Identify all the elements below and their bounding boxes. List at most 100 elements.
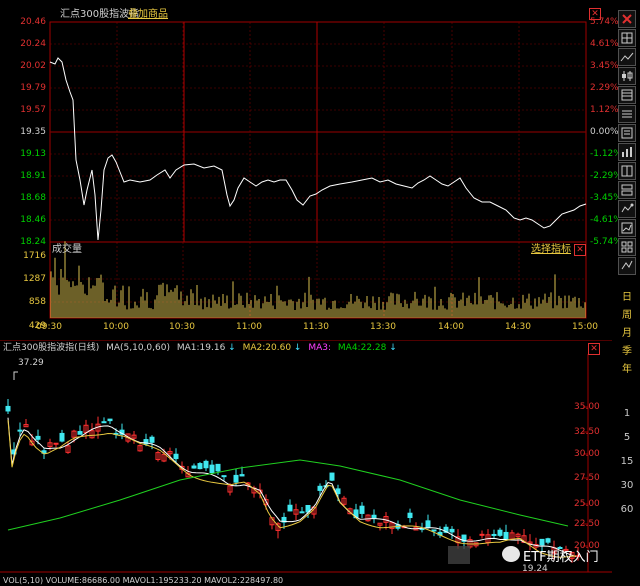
right-toolbar: 日周月季年 1 5 15 30 60	[618, 0, 640, 584]
time-axis-label: 10:00	[103, 322, 129, 332]
list-icon[interactable]	[618, 105, 636, 123]
candle-body	[101, 421, 107, 424]
daily-panel: 汇点300股指波指(日线) MA(5,10,0,60) MA1:19.16 ↓ …	[0, 340, 612, 585]
time-axis-label: 15:00	[572, 322, 598, 332]
candle-body	[203, 460, 209, 469]
watermark-blur	[448, 546, 470, 564]
candle-body	[359, 505, 365, 514]
interval-button[interactable]: 15	[618, 456, 636, 468]
detail-icon[interactable]	[618, 124, 636, 142]
ma4-arrow: ↓	[389, 343, 397, 353]
daily-axis-label: 27.50	[574, 473, 600, 483]
wechat-icon	[502, 546, 520, 562]
candle-body	[197, 463, 203, 470]
volume-title: 成交量	[52, 244, 82, 255]
time-axis-label: 13:30	[370, 322, 396, 332]
candle-body	[107, 418, 113, 422]
interval-button[interactable]: 1	[618, 408, 636, 420]
time-axis-label: 14:30	[505, 322, 531, 332]
candle-body	[497, 529, 503, 536]
watermark: ETF期权入门	[448, 540, 599, 568]
period-button[interactable]: 年	[618, 364, 636, 376]
time-axis-label: 10:30	[169, 322, 195, 332]
candle-body	[35, 435, 41, 440]
candle-body	[329, 472, 335, 481]
candle-body	[17, 429, 23, 432]
daily-axis-label: 35.00	[574, 402, 600, 412]
layout-icon[interactable]	[618, 181, 636, 199]
candle-body	[209, 464, 215, 474]
candle-body	[173, 453, 179, 460]
percent-axis-label: 3.45%	[590, 61, 619, 71]
volume-axis-label: 858	[28, 297, 46, 307]
candle-body	[449, 528, 455, 533]
candle-body	[221, 475, 227, 478]
close-icon[interactable]	[618, 10, 636, 28]
candle-body	[77, 431, 83, 435]
interval-button[interactable]: 5	[618, 432, 636, 444]
grid-icon[interactable]	[618, 29, 636, 47]
ma4-value: MA4:22.28	[337, 343, 387, 353]
table-icon[interactable]	[618, 86, 636, 104]
line-chart-icon[interactable]	[618, 48, 636, 66]
time-axis-label: 11:00	[236, 322, 262, 332]
period-button[interactable]: 日	[618, 292, 636, 304]
volume-close-button[interactable]: ✕	[574, 244, 586, 256]
candle-body	[317, 485, 323, 491]
intraday-chart	[49, 21, 587, 319]
candle-body	[299, 511, 305, 514]
candle-body	[371, 514, 377, 519]
candle-body	[503, 531, 509, 540]
ma4-line	[7, 459, 569, 531]
candle-body	[215, 463, 221, 472]
volume-axis-label: 1287	[23, 274, 46, 284]
percent-axis-label: 5.74%	[590, 17, 619, 27]
stats-icon[interactable]	[618, 219, 636, 237]
intraday-price-line	[49, 57, 587, 241]
intraday-panel: 汇点300股指波指 叠加商品 ✕ 20.46 20.24 20.02 19.79 19.…	[0, 0, 622, 340]
candle-body	[59, 432, 65, 442]
ma1-value: MA1:19.16	[176, 343, 226, 353]
candle-body	[233, 474, 239, 483]
period-button[interactable]: 季	[618, 346, 636, 358]
candle-body	[431, 529, 437, 532]
time-axis-label: 14:00	[438, 322, 464, 332]
interval-button[interactable]: 30	[618, 480, 636, 492]
period-button[interactable]: 周	[618, 310, 636, 322]
time-axis-label: 11:30	[303, 322, 329, 332]
daily-axis-label: 25.00	[574, 499, 600, 509]
candle-body	[287, 504, 293, 512]
volume-axis-label: 1716	[23, 251, 46, 261]
overlay-commodity-link[interactable]: 叠加商品	[128, 10, 168, 20]
bar-icon[interactable]	[618, 143, 636, 161]
ma1-line	[7, 417, 577, 558]
compare-icon[interactable]	[618, 162, 636, 180]
percent-axis-label: 4.61%	[590, 39, 619, 49]
candle-body	[407, 512, 413, 519]
daily-axis-label: 30.00	[574, 449, 600, 459]
interval-button[interactable]: 60	[618, 504, 636, 516]
candle-body	[479, 533, 485, 536]
ma2-value: MA2:20.60	[242, 343, 292, 353]
ma1-arrow: ↓	[228, 343, 236, 353]
candle-body	[149, 436, 155, 443]
percent-axis-label: 2.29%	[590, 83, 619, 93]
ma3-value: MA3:	[308, 343, 332, 353]
percent-axis-label: 0.00%	[590, 127, 619, 137]
grid2-icon[interactable]	[618, 238, 636, 256]
daily-axis-label: 22.50	[574, 519, 600, 529]
ma-params: MA(5,10,0,60)	[106, 343, 170, 353]
select-indicator-link[interactable]: 选择指标	[531, 245, 571, 255]
candle-body	[239, 474, 245, 477]
candle-body	[5, 405, 11, 412]
candle-body	[335, 488, 341, 495]
candlestick-icon[interactable]	[618, 67, 636, 85]
daily-header: 汇点300股指波指(日线) MA(5,10,0,60) MA1:19.16 ↓ …	[3, 343, 397, 353]
daily-title: 汇点300股指波指(日线)	[3, 343, 100, 353]
period-button[interactable]: 月	[618, 328, 636, 340]
watermark-text: ETF期权入门	[523, 550, 599, 565]
text-icon[interactable]	[618, 257, 636, 275]
ma2-arrow: ↓	[293, 343, 302, 353]
high-mark-arrow	[13, 371, 18, 380]
signal-icon[interactable]	[618, 200, 636, 218]
